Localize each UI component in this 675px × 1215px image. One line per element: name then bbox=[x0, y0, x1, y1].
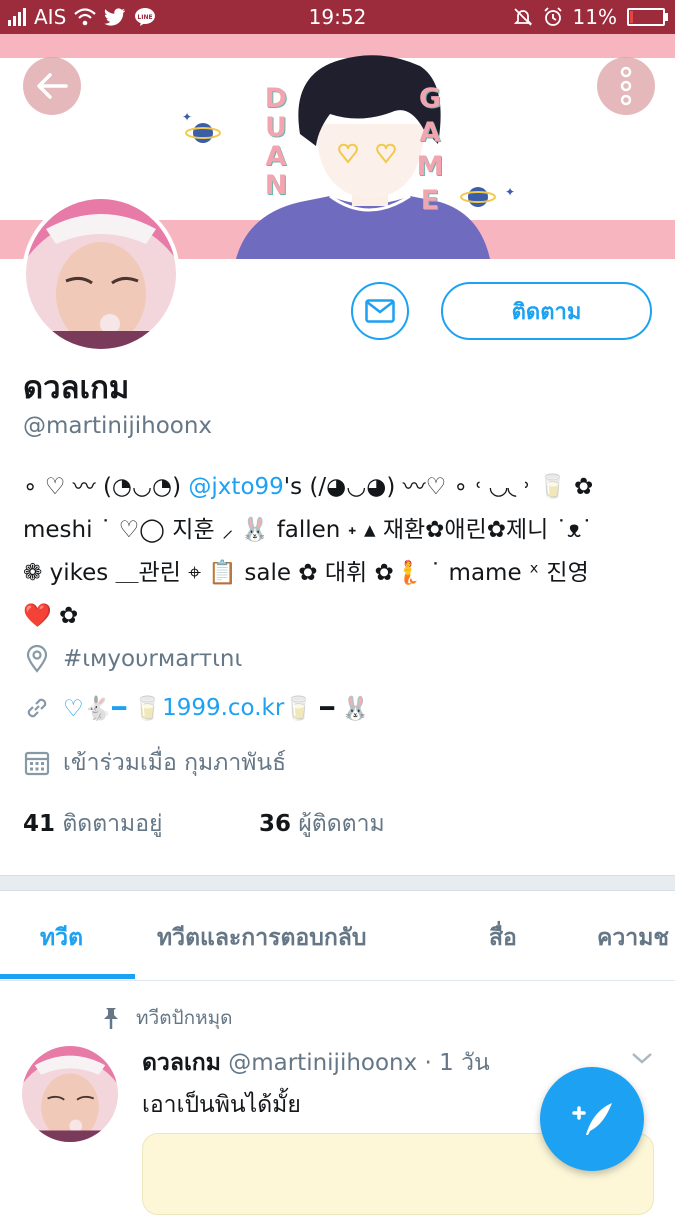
banner-text-left: DUAN bbox=[264, 83, 288, 201]
profile-avatar[interactable] bbox=[22, 195, 180, 353]
following-count-link[interactable]: 41 ติดตามอยู่ bbox=[23, 806, 259, 842]
tweet-header: ดวลเกม @martinijihoonx · 1 วัน bbox=[142, 1045, 490, 1081]
profile-location: #ɩмyoυrмarтɩnɩ bbox=[23, 645, 242, 673]
follow-counts: 41 ติดตามอยู่ 36 ผู้ติดตาม bbox=[23, 806, 385, 842]
pinned-label: ทวีตปักหมุด bbox=[136, 1007, 233, 1029]
link-icon bbox=[23, 694, 51, 722]
followers-count: 36 bbox=[259, 811, 292, 837]
website-post: 🥛 ━ 🐰 bbox=[284, 695, 371, 722]
tweet-text: เอาเป็นพินได้มั้ย bbox=[142, 1092, 301, 1118]
tweet-handle-time: @martinijihoonx · 1 วัน bbox=[228, 1050, 490, 1076]
bio-line-2: meshi ˙ ♡◯ 지훈 ⸝ 🐰 fallen ˖ ▴ 재환✿애린✿제니 ˙ᴥ… bbox=[23, 517, 593, 543]
tab-tweets[interactable]: ทวีต bbox=[40, 920, 83, 956]
tweet-author-name[interactable]: ดวลเกม bbox=[142, 1050, 221, 1076]
location-pin-icon bbox=[23, 645, 51, 673]
joined-text: เข้าร่วมเมื่อ กุมภาพันธ์ bbox=[63, 750, 287, 776]
section-divider bbox=[0, 875, 675, 891]
tweet-avatar[interactable] bbox=[22, 1046, 118, 1142]
profile-joined: เข้าร่วมเมื่อ กุมภาพันธ์ bbox=[23, 745, 286, 781]
battery-fill bbox=[630, 11, 633, 23]
compose-tweet-button[interactable] bbox=[540, 1067, 644, 1171]
bio-line-1-pre: ∘ ♡ 〰 (◔◡◔) bbox=[23, 474, 189, 500]
banner-text-right: GAME bbox=[416, 83, 444, 216]
envelope-icon bbox=[365, 299, 395, 323]
svg-text:✦: ✦ bbox=[505, 185, 515, 199]
battery-icon bbox=[627, 8, 668, 26]
calendar-icon bbox=[23, 749, 51, 777]
tab-media[interactable]: สื่อ bbox=[489, 920, 517, 956]
overflow-menu-button[interactable] bbox=[597, 57, 655, 115]
website-link[interactable]: 1999.co.kr bbox=[162, 695, 284, 721]
following-count: 41 bbox=[23, 811, 56, 837]
profile-name: ดวลเกม bbox=[23, 370, 130, 406]
more-vertical-icon bbox=[620, 66, 632, 106]
pin-icon bbox=[104, 1008, 118, 1029]
alarm-icon bbox=[543, 7, 562, 26]
svg-text:✦: ✦ bbox=[182, 110, 192, 124]
tweet-menu-button[interactable] bbox=[630, 1050, 654, 1070]
profile-handle: @martinijihoonx bbox=[23, 413, 213, 439]
website-pre: ♡🐇━ 🥛 bbox=[63, 695, 163, 722]
followers-count-link[interactable]: 36 ผู้ติดตาม bbox=[259, 806, 385, 842]
battery-percent: 11% bbox=[572, 5, 617, 29]
mute-bell-icon bbox=[513, 8, 532, 26]
message-button[interactable] bbox=[351, 282, 409, 340]
back-button[interactable] bbox=[23, 57, 81, 115]
profile-bio: ∘ ♡ 〰 (◔◡◔) @jxto99's (/◕◡◕) 〰♡ ∘ ˓ ◟◞◟ … bbox=[23, 466, 663, 638]
status-right: 11% bbox=[513, 5, 668, 29]
profile-website: ♡🐇━ 🥛 1999.co.kr 🥛 ━ 🐰 bbox=[23, 694, 370, 722]
bio-line-1: ∘ ♡ 〰 (◔◡◔) @jxto99's (/◕◡◕) 〰♡ ∘ ˓ ◟◞◟ … bbox=[23, 466, 663, 509]
tab-tweets-replies[interactable]: ทวีตและการตอบกลับ bbox=[157, 920, 366, 956]
status-bar: AIS LINE 19:52 11% bbox=[0, 0, 675, 34]
avatar-photo bbox=[26, 199, 176, 349]
bio-line-1-post: 's (/◕◡◕) 〰♡ ∘ ˓ ◟◞◟ ˒ 🥛 ✿ bbox=[283, 474, 594, 500]
bio-mention-link[interactable]: @jxto99 bbox=[188, 474, 283, 500]
bio-line-3: ❁ yikes ＿관린 ⌖ 📋 sale ✿ 대휘 ✿🧜 ˙ mame ˣ 진영 bbox=[23, 560, 589, 586]
follow-button[interactable]: ติดตาม bbox=[441, 282, 652, 340]
bio-line-4: ❤️ ✿ bbox=[23, 603, 79, 629]
pinned-indicator: ทวีตปักหมุด bbox=[100, 1003, 232, 1033]
active-tab-indicator bbox=[0, 974, 135, 979]
chevron-down-icon bbox=[632, 1053, 652, 1064]
tab-likes[interactable]: ความช bbox=[597, 920, 669, 956]
profile-tabs: ทวีต ทวีตและการตอบกลับ สื่อ ความช bbox=[0, 900, 675, 981]
followers-label: ผู้ติดตาม bbox=[298, 811, 385, 837]
following-label: ติดตามอยู่ bbox=[62, 811, 163, 837]
tweet-avatar-photo bbox=[22, 1046, 118, 1142]
location-text: #ɩмyoυrмarтɩnɩ bbox=[63, 646, 243, 672]
back-arrow-icon bbox=[37, 73, 68, 99]
compose-quill-icon bbox=[572, 1103, 612, 1135]
